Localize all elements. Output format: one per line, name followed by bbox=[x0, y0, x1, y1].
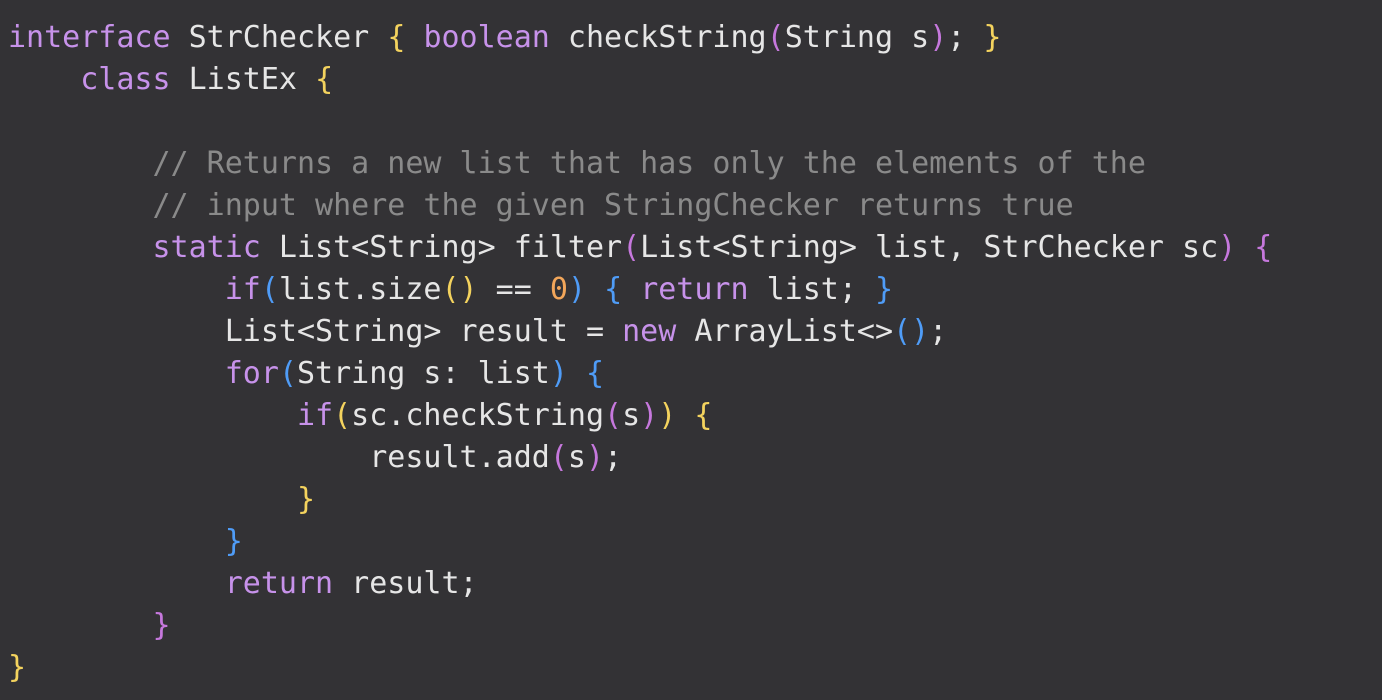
code-token: } bbox=[875, 272, 894, 307]
code-token: ) bbox=[929, 20, 948, 55]
code-token: 0 bbox=[549, 272, 568, 307]
code-line: interface StrChecker { boolean checkStri… bbox=[8, 17, 1272, 59]
code-token: interface bbox=[8, 20, 171, 55]
code-token: result.add bbox=[8, 440, 550, 475]
code-token: { bbox=[586, 356, 605, 391]
code-token: return bbox=[640, 272, 749, 307]
code-token: ( bbox=[604, 398, 623, 433]
code-token: ArrayList<> bbox=[676, 314, 894, 349]
code-token: ) bbox=[658, 398, 677, 433]
code-line: if(list.size() == 0) { return list; } bbox=[8, 269, 1272, 311]
code-token: List<String> result = bbox=[8, 314, 623, 349]
code-token: } bbox=[983, 20, 1002, 55]
code-token: if bbox=[296, 398, 334, 433]
code-token: { bbox=[387, 20, 406, 55]
code-token: for bbox=[224, 356, 279, 391]
code-token: ; bbox=[929, 314, 948, 349]
code-token: s bbox=[622, 398, 641, 433]
code-token: checkString bbox=[549, 20, 767, 55]
code-token: if bbox=[224, 272, 261, 307]
code-token: List<String> list, StrChecker sc bbox=[640, 230, 1219, 265]
code-line: } bbox=[8, 647, 1272, 689]
code-token: ) bbox=[640, 398, 659, 433]
code-token: } bbox=[224, 524, 243, 559]
code-token: ( bbox=[622, 230, 641, 265]
code-token: { bbox=[604, 272, 623, 307]
code-editor[interactable]: interface StrChecker { boolean checkStri… bbox=[8, 17, 1272, 689]
code-token: ) bbox=[585, 440, 605, 475]
code-token: ; bbox=[604, 440, 623, 475]
code-token: ( bbox=[766, 20, 785, 55]
code-token: list.size bbox=[278, 272, 442, 307]
code-token: () bbox=[893, 314, 930, 349]
code-token: ( bbox=[549, 440, 568, 475]
code-token: boolean bbox=[423, 20, 550, 55]
code-line: } bbox=[8, 479, 1272, 521]
code-line: // Returns a new list that has only the … bbox=[8, 143, 1272, 185]
code-token: ListEx bbox=[170, 62, 316, 97]
code-token: } bbox=[296, 482, 316, 517]
code-token: static bbox=[152, 230, 261, 265]
code-token: ( bbox=[278, 356, 297, 391]
code-token: == bbox=[477, 272, 550, 307]
code-line: class ListEx { bbox=[8, 59, 1272, 101]
code-token: String s: list bbox=[297, 356, 550, 391]
code-line: static List<String> filter(List<String> … bbox=[8, 227, 1273, 269]
code-line: List<String> result = new ArrayList<>(); bbox=[8, 311, 1272, 353]
code-token: // input where the given StringChecker r… bbox=[8, 188, 1074, 223]
code-token: () bbox=[441, 272, 478, 307]
code-token: String s bbox=[784, 20, 930, 55]
code-line: } bbox=[8, 605, 1272, 647]
code-line: for(String s: list) { bbox=[8, 353, 1272, 395]
code-token: s bbox=[567, 440, 586, 475]
code-token: } bbox=[152, 608, 171, 643]
code-token: ) bbox=[1218, 230, 1237, 265]
code-token: { bbox=[1254, 230, 1273, 265]
code-token: list; bbox=[748, 272, 875, 307]
code-token: ; bbox=[947, 20, 984, 55]
code-token: return bbox=[224, 566, 334, 601]
code-token: } bbox=[8, 650, 27, 685]
code-token: ( bbox=[333, 398, 352, 433]
code-line: result.add(s); bbox=[8, 437, 1272, 479]
code-token: result; bbox=[333, 566, 478, 601]
code-token: List<String> filter bbox=[260, 230, 623, 265]
code-line: // input where the given StringChecker r… bbox=[8, 185, 1272, 227]
code-token: new bbox=[622, 314, 677, 349]
code-token: StrChecker bbox=[170, 20, 388, 55]
code-line: if(sc.checkString(s)) { bbox=[8, 395, 1272, 437]
code-token: // Returns a new list that has only the … bbox=[8, 146, 1146, 181]
code-token: ) bbox=[549, 356, 568, 391]
code-token: { bbox=[694, 398, 713, 433]
code-token: { bbox=[315, 62, 334, 97]
code-token: ) bbox=[567, 272, 586, 307]
code-token: class bbox=[80, 62, 171, 97]
code-line: return result; bbox=[8, 563, 1272, 605]
code-line: } bbox=[8, 521, 1272, 563]
code-token: ( bbox=[260, 272, 279, 307]
code-token: sc.checkString bbox=[351, 398, 605, 433]
